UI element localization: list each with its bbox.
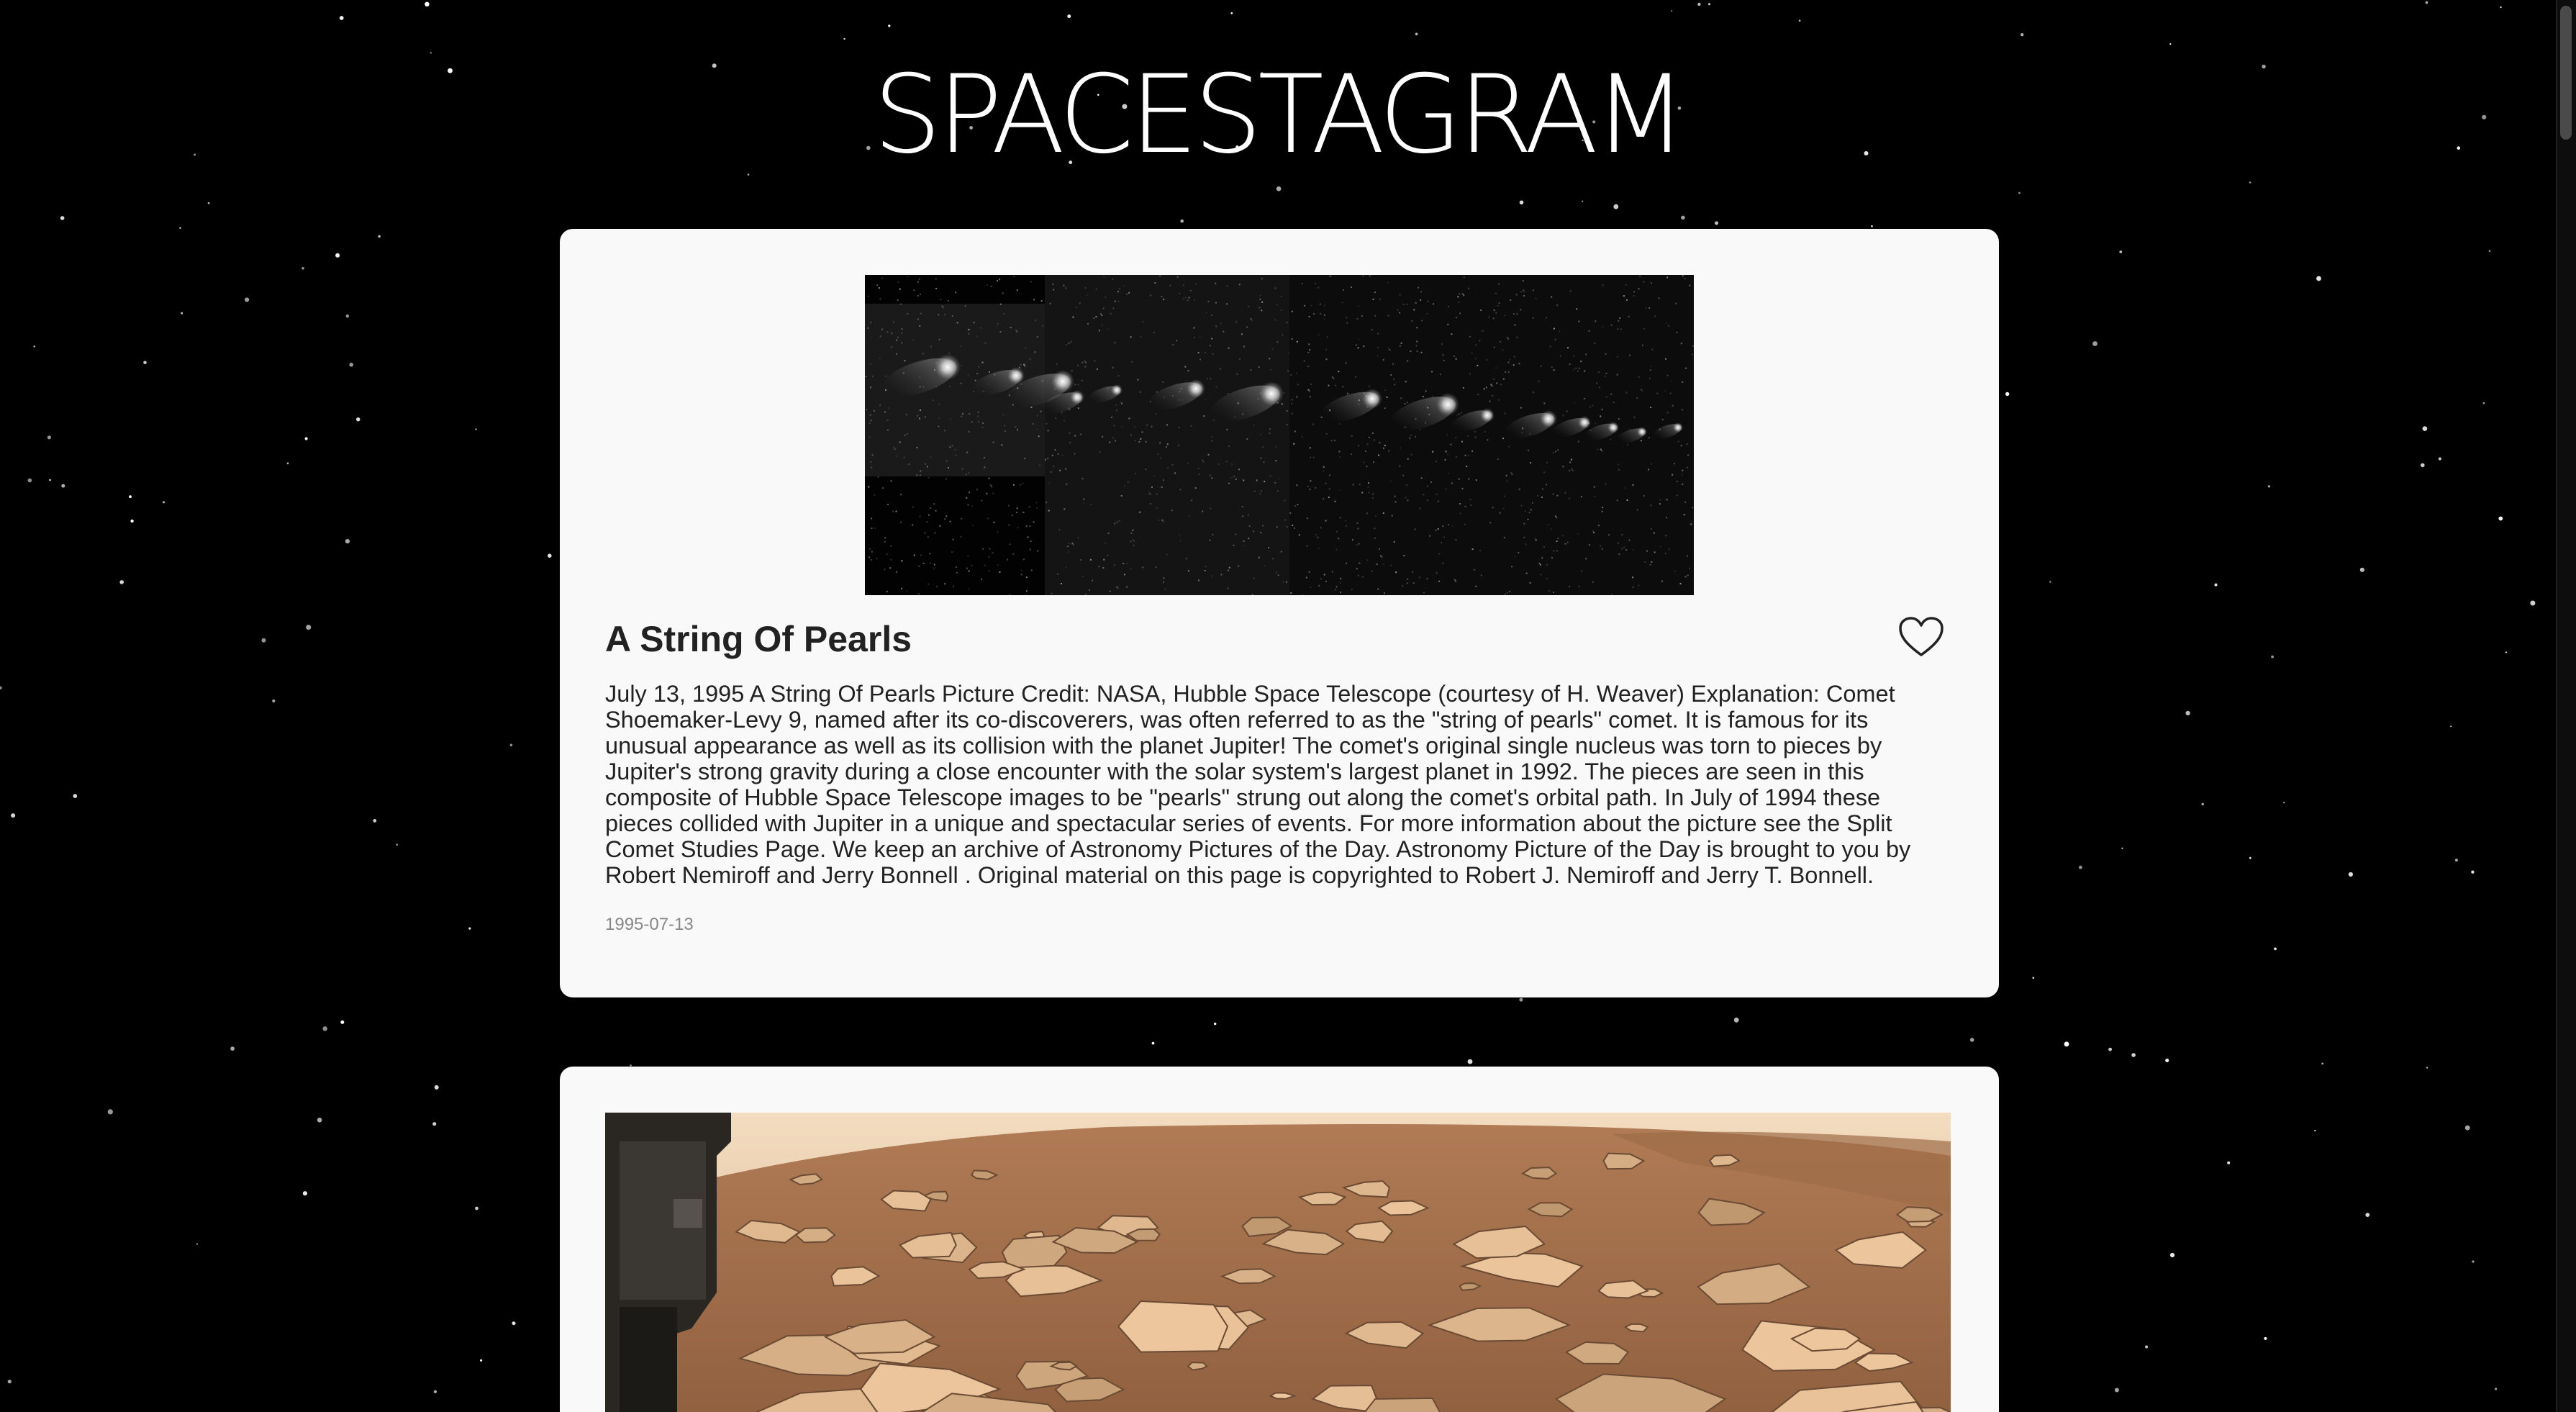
post-image[interactable] (605, 1113, 1951, 1412)
post-card: A String Of Pearls July 13, 1995 A Strin… (560, 229, 1999, 997)
post-image[interactable] (865, 275, 1694, 595)
post-title: A String Of Pearls (605, 619, 912, 659)
scrollbar-track[interactable] (2556, 0, 2576, 1412)
post-description: July 13, 1995 A String Of Pearls Picture… (605, 681, 1911, 888)
like-button[interactable] (1898, 616, 1944, 658)
post-card (560, 1067, 1999, 1412)
post-date: 1995-07-13 (605, 915, 694, 934)
scrollbar-thumb[interactable] (2560, 6, 2572, 140)
heart-outline-icon (1899, 617, 1944, 656)
app-title: SPACESTAGRAM (873, 53, 1687, 178)
